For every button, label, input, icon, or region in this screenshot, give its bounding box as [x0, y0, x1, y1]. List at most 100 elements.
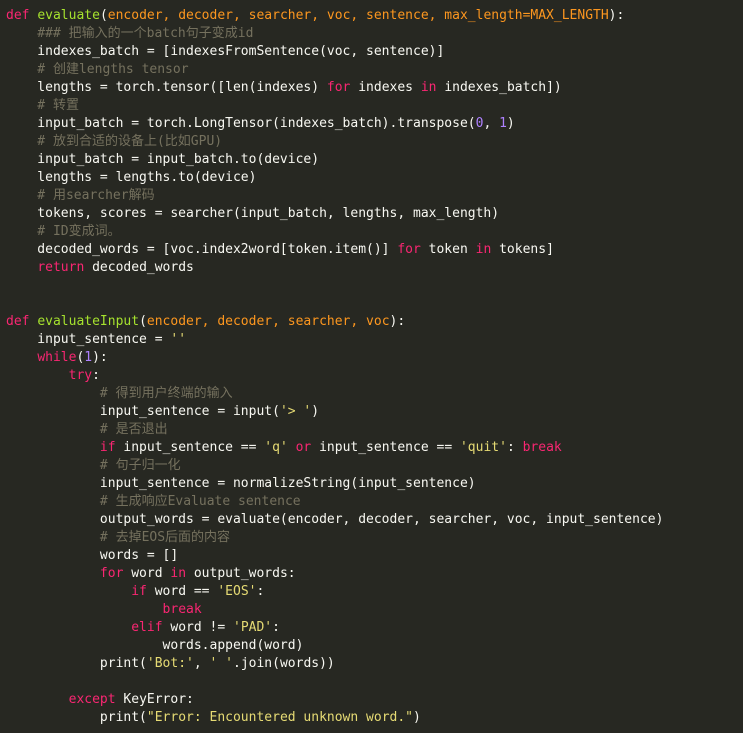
comment-token: # ID变成词。: [6, 224, 121, 239]
code-token: indexes: [350, 80, 421, 95]
code-line[interactable]: [6, 277, 743, 295]
code-line[interactable]: while(1):: [6, 349, 743, 367]
code-token: input_sentence =: [6, 332, 171, 347]
code-token: input_sentence = input(: [6, 404, 280, 419]
code-token: ): [311, 404, 320, 419]
code-line[interactable]: indexes_batch = [indexesFromSentence(voc…: [6, 43, 743, 61]
code-line[interactable]: words = []: [6, 547, 743, 565]
keyword-token: def: [6, 8, 30, 23]
number-token: 1: [499, 116, 507, 131]
code-line[interactable]: input_batch = torch.LongTensor(indexes_b…: [6, 115, 743, 133]
comment-token: # 转置: [6, 98, 79, 113]
code-line[interactable]: ### 把输入的一个batch句子变成id: [6, 25, 743, 43]
code-line[interactable]: def evaluateInput(encoder, decoder, sear…: [6, 313, 743, 331]
code-editor[interactable]: def evaluate ( encoder, decoder, searcher,…: [0, 0, 743, 733]
code-line[interactable]: # 放到合适的设备上(比如GPU): [6, 133, 743, 151]
string-token: 'Bot:': [146, 656, 194, 671]
code-line[interactable]: [6, 673, 743, 691]
keyword-token: return: [37, 260, 85, 275]
code-token: decoded_words = [voc.index2word[token.it…: [6, 242, 398, 257]
comment-token: # 句子归一化: [6, 458, 181, 473]
code-line[interactable]: # 得到用户终端的输入: [6, 385, 743, 403]
code-line[interactable]: # 是否退出: [6, 421, 743, 439]
number-token: 1: [84, 350, 93, 365]
keyword-token: elif: [131, 620, 163, 635]
keyword-token: break: [522, 440, 562, 455]
code-line[interactable]: input_batch = input_batch.to(device): [6, 151, 743, 169]
keyword-token: if: [99, 440, 116, 455]
keyword-token: in: [170, 566, 187, 581]
code-token: :: [92, 368, 100, 383]
code-line[interactable]: for word in output_words:: [6, 565, 743, 583]
code-line[interactable]: elif word != 'PAD':: [6, 619, 743, 637]
code-token: tokens]: [491, 242, 554, 257]
code-line[interactable]: [6, 295, 743, 313]
string-token: "Error: Encountered unknown word.": [146, 710, 413, 725]
code-token: print(: [6, 656, 147, 671]
code-token: words = []: [6, 548, 179, 563]
comment-token: ### 把输入的一个batch句子变成id: [6, 26, 254, 41]
function-name-token: evaluate: [37, 8, 100, 23]
keyword-token: break: [162, 602, 202, 617]
code-token: input_sentence = normalizeString(input_s…: [6, 476, 476, 491]
code-line[interactable]: if input_sentence == 'q' or input_senten…: [6, 439, 743, 457]
code-line[interactable]: # 转置: [6, 97, 743, 115]
code-line[interactable]: except KeyError:: [6, 691, 743, 709]
comment-token: # 是否退出: [6, 422, 168, 437]
code-line[interactable]: # 去掉EOS后面的内容: [6, 529, 743, 547]
code-line[interactable]: input_sentence = input('> '): [6, 403, 743, 421]
code-token: ): [506, 116, 515, 131]
string-token: 'q': [264, 440, 288, 455]
string-token: '> ': [279, 404, 312, 419]
keyword-token: try: [68, 368, 93, 383]
keyword-token: in: [475, 242, 492, 257]
code-line[interactable]: lengths = torch.tensor([len(indexes) for…: [6, 79, 743, 97]
code-line[interactable]: # 句子归一化: [6, 457, 743, 475]
code-token: output_words = evaluate(encoder, decoder…: [6, 512, 664, 527]
code-token: (: [139, 314, 147, 329]
code-line[interactable]: input_sentence = '': [6, 331, 743, 349]
code-line[interactable]: decoded_words = [voc.index2word[token.it…: [6, 241, 743, 259]
function-name-token: evaluateInput: [37, 314, 140, 329]
code-token: indexes_batch = [indexesFromSentence(voc…: [6, 44, 445, 59]
code-token: word: [123, 566, 171, 581]
code-token: ):: [608, 8, 625, 23]
parameter-token: encoder, decoder, searcher, voc, sentenc…: [107, 8, 609, 23]
code-line[interactable]: output_words = evaluate(encoder, decoder…: [6, 511, 743, 529]
code-line[interactable]: words.append(word): [6, 637, 743, 655]
code-token: decoded_words: [84, 260, 194, 275]
code-token: word ==: [146, 584, 218, 599]
code-token: output_words:: [186, 566, 296, 581]
code-token: :: [506, 440, 523, 455]
keyword-token: for: [397, 242, 421, 257]
keyword-token: in: [420, 80, 437, 95]
code-line[interactable]: # 创建lengths tensor: [6, 61, 743, 79]
code-line[interactable]: # ID变成词。: [6, 223, 743, 241]
code-token: indexes_batch]): [436, 80, 562, 95]
keyword-token: except: [68, 692, 116, 707]
code-line[interactable]: try:: [6, 367, 743, 385]
code-line[interactable]: # 生成响应Evaluate sentence: [6, 493, 743, 511]
code-line[interactable]: if word == 'EOS':: [6, 583, 743, 601]
code-line[interactable]: input_sentence = normalizeString(input_s…: [6, 475, 743, 493]
code-line[interactable]: print("Error: Encountered unknown word."…: [6, 709, 743, 727]
code-token: ,: [483, 116, 500, 131]
code-line[interactable]: lengths = lengths.to(device): [6, 169, 743, 187]
comment-token: # 用searcher解码: [6, 188, 155, 203]
code-line[interactable]: def evaluate(encoder, decoder, searcher,…: [6, 7, 743, 25]
code-token: :: [256, 584, 265, 599]
keyword-token: if: [131, 584, 147, 599]
code-line[interactable]: tokens, scores = searcher(input_batch, l…: [6, 205, 743, 223]
code-line[interactable]: break: [6, 601, 743, 619]
code-token: token: [420, 242, 476, 257]
code-line[interactable]: print('Bot:', ' '.join(words)): [6, 655, 743, 673]
code-line[interactable]: return decoded_words: [6, 259, 743, 277]
code-line[interactable]: # 用searcher解码: [6, 187, 743, 205]
